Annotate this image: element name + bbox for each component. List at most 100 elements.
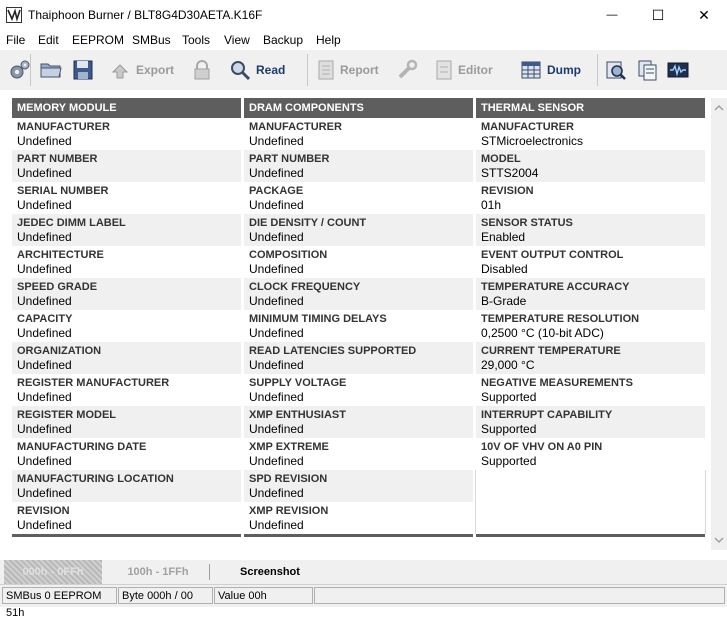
column-header: MEMORY MODULE — [12, 98, 241, 118]
info-row: CLOCK FREQUENCY Undefined — [244, 278, 473, 310]
title-bar: Thaiphoon Burner / BLT8G4D30AETA.K16F — … — [0, 0, 727, 30]
info-row: SPD REVISION Undefined — [244, 470, 473, 502]
scroll-down-arrow-icon[interactable] — [711, 532, 727, 548]
info-row: XMP ENTHUSIAST Undefined — [244, 406, 473, 438]
menu-eeprom[interactable]: EEPROM — [72, 33, 124, 47]
info-row: SUPPLY VOLTAGE Undefined — [249, 377, 347, 404]
report-icon — [318, 60, 334, 80]
toolbar-separator — [597, 54, 598, 86]
dump-label: Dump — [547, 63, 581, 77]
close-button[interactable]: ✕ — [681, 0, 727, 30]
status-byte: Byte 000h / 00 — [118, 587, 213, 604]
menu-tools[interactable]: Tools — [182, 33, 210, 47]
column-footer-rule — [476, 534, 705, 537]
maximize-icon: ☐ — [651, 6, 665, 23]
info-row: XMP EXTREME Undefined — [249, 441, 329, 468]
export-icon — [111, 64, 129, 79]
export-label: Export — [136, 63, 175, 77]
open-button[interactable] — [39, 56, 63, 84]
menu-help[interactable]: Help — [316, 33, 341, 47]
settings-button[interactable] — [8, 56, 32, 84]
info-row: TEMPERATURE RESOLUTION 0,2500 °C (10-bit … — [481, 313, 640, 340]
info-row: CURRENT TEMPERATURE 29,000 °C — [476, 342, 705, 374]
search-button[interactable] — [604, 56, 628, 84]
info-row: REGISTER MODEL Undefined — [12, 406, 241, 438]
column-divider — [475, 470, 476, 534]
scroll-up-arrow-icon[interactable] — [711, 100, 727, 116]
info-row: INTERRUPT CAPABILITY Supported — [476, 406, 705, 438]
info-row: SERIAL NUMBER Undefined — [17, 185, 109, 212]
toolbar: Export Read Report Editor Dump — [0, 50, 727, 90]
info-row: MANUFACTURING LOCATION Undefined — [12, 470, 241, 502]
minimize-button[interactable]: — — [589, 0, 635, 30]
editor-button[interactable]: Editor — [434, 56, 493, 84]
dram-components-column: DRAM COMPONENTS MANUFACTURER Undefined PA… — [244, 98, 473, 537]
magnifier-icon — [231, 61, 251, 81]
status-smbus: SMBus 0 EEPROM 51h — [2, 587, 117, 619]
oscilloscope-icon — [667, 62, 689, 78]
wrench-icon — [398, 59, 418, 79]
report-button[interactable]: Report — [316, 56, 379, 84]
info-row: MANUFACTURER STMicroelectronics — [481, 121, 584, 148]
empty-row — [476, 470, 705, 502]
export-button[interactable]: Export — [108, 56, 174, 84]
status-bar: SMBus 0 EEPROM 51h Byte 000h / 00 Value … — [0, 584, 727, 619]
copy-button[interactable] — [635, 56, 659, 84]
floppy-disk-icon — [73, 60, 93, 80]
info-row: ORGANIZATION Undefined — [12, 342, 241, 374]
info-row: ARCHITECTURE Undefined — [17, 249, 104, 276]
lock-button[interactable] — [191, 56, 213, 84]
info-row: TEMPERATURE ACCURACY B-Grade — [476, 278, 705, 310]
toolbar-separator — [30, 54, 31, 86]
dump-grid-icon — [521, 61, 541, 79]
info-row: SENSOR STATUS Enabled — [476, 214, 705, 246]
save-button[interactable] — [71, 56, 95, 84]
menu-view[interactable]: View — [224, 33, 250, 47]
info-row: MANUFACTURING DATE Undefined — [17, 441, 147, 468]
menu-file[interactable]: File — [6, 33, 25, 47]
column-header: DRAM COMPONENTS — [244, 98, 473, 118]
info-row: DIE DENSITY / COUNT Undefined — [244, 214, 473, 246]
tools-button[interactable] — [395, 56, 419, 84]
app-icon — [6, 7, 22, 23]
status-extra — [314, 587, 725, 604]
editor-label: Editor — [458, 63, 493, 77]
info-row: EVENT OUTPUT CONTROL Disabled — [481, 249, 624, 276]
maximize-button[interactable]: ☐ — [635, 0, 681, 30]
info-row: MANUFACTURER Undefined — [249, 121, 342, 148]
vertical-scrollbar[interactable] — [711, 98, 727, 550]
search-icon — [606, 61, 626, 80]
menu-bar: File Edit EEPROM SMBus Tools View Backup… — [0, 30, 727, 50]
folder-icon — [40, 63, 62, 78]
memory-module-column: MEMORY MODULE MANUFACTURER Undefined PART… — [12, 98, 241, 537]
info-row: XMP REVISION Undefined — [249, 505, 329, 532]
menu-backup[interactable]: Backup — [263, 33, 303, 47]
tab-separator — [209, 564, 210, 580]
info-row: REVISION 01h — [481, 185, 534, 212]
column-footer-rule — [12, 534, 241, 537]
read-button[interactable]: Read — [228, 56, 285, 84]
editor-icon — [436, 60, 452, 80]
tab-000h-0ffh[interactable]: 000h - 0FFh — [4, 560, 102, 584]
close-icon: ✕ — [698, 6, 710, 23]
menu-edit[interactable]: Edit — [38, 33, 59, 47]
monitor-button[interactable] — [666, 56, 690, 84]
info-row: CAPACITY Undefined — [17, 313, 73, 340]
info-row: COMPOSITION Undefined — [249, 249, 328, 276]
window-title: Thaiphoon Burner / BLT8G4D30AETA.K16F — [28, 8, 263, 22]
report-label: Report — [340, 63, 379, 77]
dump-button[interactable]: Dump — [519, 56, 581, 84]
info-row: PACKAGE Undefined — [249, 185, 304, 212]
info-row: REGISTER MANUFACTURER Undefined — [17, 377, 170, 404]
tab-100h-1ffh[interactable]: 100h - 1FFh — [108, 560, 208, 584]
thermal-sensor-column: THERMAL SENSOR MANUFACTURER STMicroelectr… — [476, 98, 705, 537]
info-row: PART NUMBER Undefined — [12, 150, 241, 182]
info-row: JEDEC DIMM LABEL Undefined — [12, 214, 241, 246]
tab-screenshot[interactable]: Screenshot — [214, 560, 326, 584]
gears-icon — [10, 60, 30, 79]
menu-smbus[interactable]: SMBus — [132, 33, 171, 47]
empty-row — [476, 502, 705, 534]
info-row: MODEL STTS2004 — [476, 150, 705, 182]
info-row: REVISION Undefined — [17, 505, 72, 532]
info-row: MANUFACTURER Undefined — [17, 121, 110, 148]
